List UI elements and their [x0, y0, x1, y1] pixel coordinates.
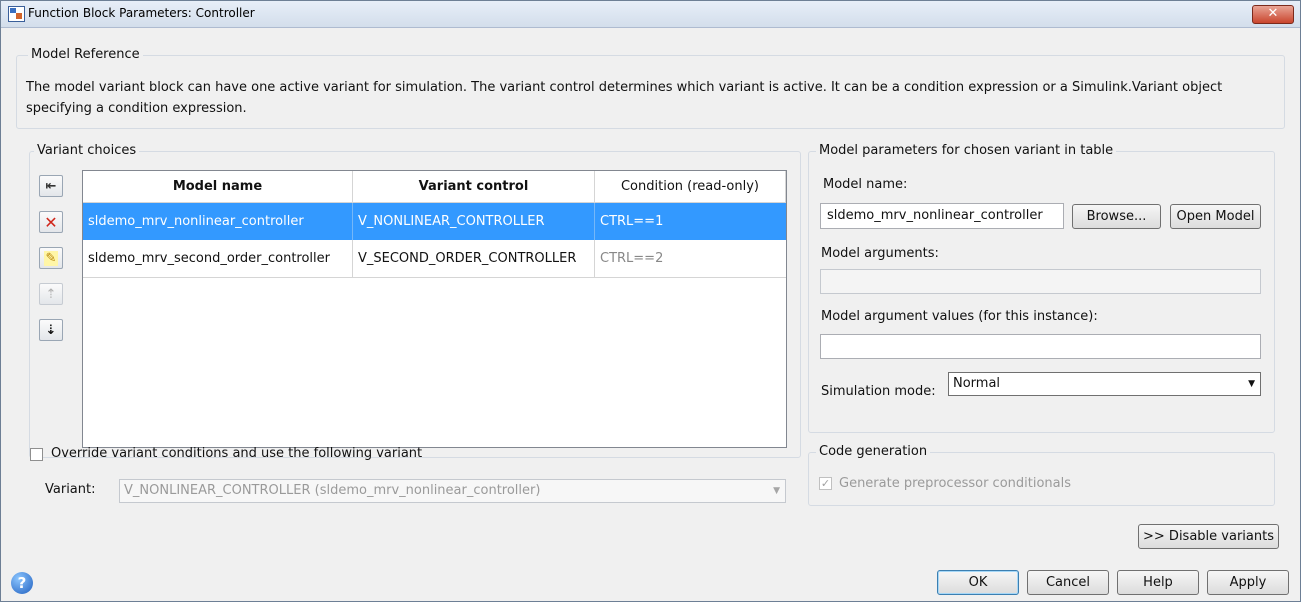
simulation-mode-select[interactable]: Normal ▼: [948, 372, 1261, 396]
ok-button[interactable]: OK: [937, 570, 1019, 595]
move-down-icon: ⇣: [45, 322, 57, 338]
model-params-label: Model parameters for chosen variant in t…: [816, 143, 1117, 158]
help-button[interactable]: Help: [1117, 570, 1199, 595]
code-generation-label: Code generation: [816, 444, 931, 459]
table-row[interactable]: sldemo_mrv_second_order_controller V_SEC…: [83, 240, 786, 278]
cell-variant-control[interactable]: V_SECOND_ORDER_CONTROLLER: [353, 240, 595, 277]
variant-choices-label: Variant choices: [34, 143, 140, 158]
override-checkbox-label[interactable]: Override variant conditions and use the …: [51, 446, 422, 461]
model-arguments-field[interactable]: [820, 269, 1261, 294]
column-header-variant-control[interactable]: Variant control: [353, 171, 595, 202]
delete-icon: ✕: [44, 212, 58, 232]
chevron-down-icon: ▼: [773, 486, 780, 496]
column-header-condition[interactable]: Condition (read-only): [595, 171, 786, 202]
browse-button[interactable]: Browse...: [1072, 204, 1161, 229]
cell-condition: CTRL==1: [600, 214, 664, 229]
cell-model-name[interactable]: sldemo_mrv_nonlinear_controller: [83, 203, 353, 240]
model-arguments-label: Model arguments:: [821, 246, 939, 261]
window-title: Function Block Parameters: Controller: [28, 6, 255, 20]
disable-variants-button[interactable]: >> Disable variants: [1138, 524, 1279, 549]
variant-select[interactable]: V_NONLINEAR_CONTROLLER (sldemo_mrv_nonli…: [119, 479, 786, 503]
cell-model-name[interactable]: sldemo_mrv_second_order_controller: [83, 240, 353, 277]
model-name-field[interactable]: sldemo_mrv_nonlinear_controller: [820, 203, 1064, 229]
add-icon: ⇤: [45, 178, 57, 194]
move-up-icon: ⇡: [45, 286, 57, 302]
dialog-window: Function Block Parameters: Controller ✕ …: [0, 0, 1301, 602]
cancel-button[interactable]: Cancel: [1027, 570, 1109, 595]
move-up-button[interactable]: ⇡: [39, 283, 63, 305]
table-row[interactable]: sldemo_mrv_nonlinear_controller V_NONLIN…: [83, 203, 786, 240]
model-reference-description: The model variant block can have one act…: [26, 80, 1223, 116]
delete-variant-button[interactable]: ✕: [39, 211, 63, 233]
table-header: Model name Variant control Condition (re…: [83, 171, 786, 203]
cell-variant-control[interactable]: V_NONLINEAR_CONTROLLER: [353, 203, 595, 240]
help-icon[interactable]: ?: [11, 572, 33, 594]
generate-preprocessor-label[interactable]: Generate preprocessor conditionals: [839, 476, 1071, 491]
generate-preprocessor-checkbox[interactable]: ✓: [819, 477, 832, 490]
variant-select-value: V_NONLINEAR_CONTROLLER (sldemo_mrv_nonli…: [124, 483, 541, 498]
cell-condition: CTRL==2: [600, 251, 664, 266]
app-icon: [8, 6, 25, 22]
close-button[interactable]: ✕: [1252, 5, 1294, 24]
simulation-mode-label: Simulation mode:: [821, 384, 936, 399]
variant-table: Model name Variant control Condition (re…: [82, 170, 787, 448]
column-header-model-name[interactable]: Model name: [83, 171, 353, 202]
model-reference-label: Model Reference: [28, 47, 143, 62]
model-name-label: Model name:: [823, 177, 908, 192]
simulation-mode-value: Normal: [953, 376, 1001, 391]
edit-icon: ✎: [43, 250, 59, 266]
apply-button[interactable]: Apply: [1207, 570, 1289, 595]
override-checkbox[interactable]: [30, 448, 43, 461]
chevron-down-icon: ▼: [1248, 379, 1255, 389]
title-bar[interactable]: Function Block Parameters: Controller ✕: [1, 1, 1300, 28]
move-down-button[interactable]: ⇣: [39, 319, 63, 341]
model-argument-values-field[interactable]: [820, 334, 1261, 359]
variant-label: Variant:: [45, 482, 96, 497]
edit-variant-button[interactable]: ✎: [39, 247, 63, 269]
add-variant-button[interactable]: ⇤: [39, 175, 63, 197]
open-model-button[interactable]: Open Model: [1170, 204, 1261, 229]
model-argument-values-label: Model argument values (for this instance…: [821, 309, 1098, 324]
